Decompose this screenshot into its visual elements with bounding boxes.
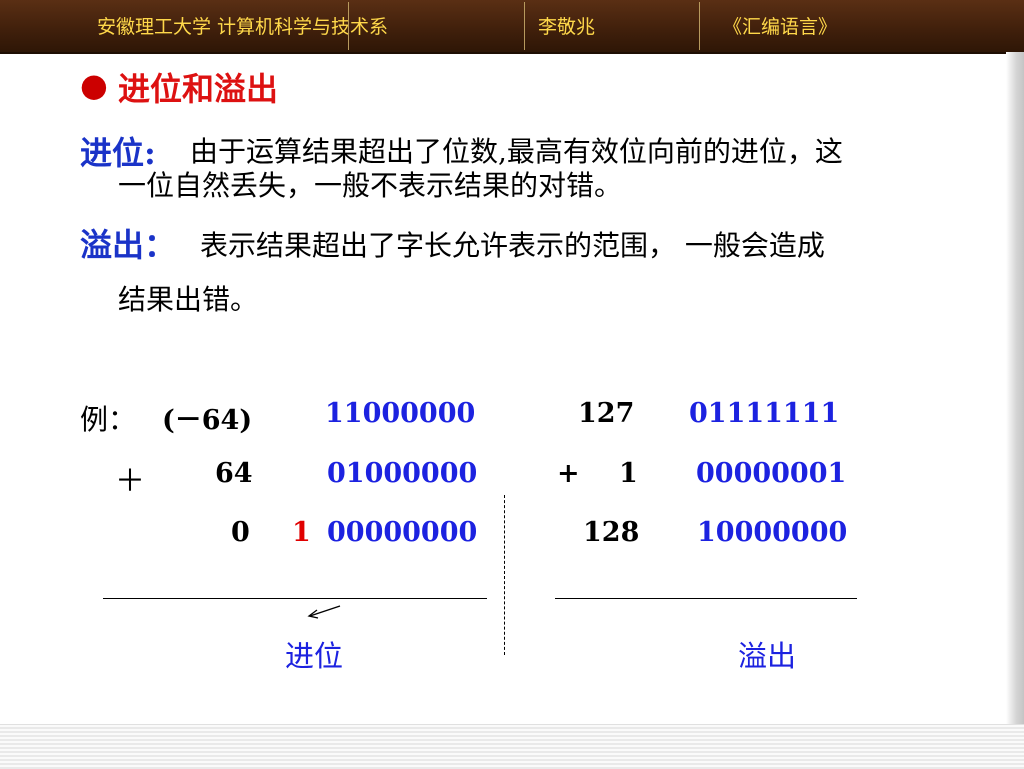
left-row2-decimal: 64 — [215, 458, 253, 489]
slide-title: 进位和溢出 — [118, 70, 279, 108]
right-row3-decimal: 128 — [583, 517, 640, 548]
right-row3-binary: 10000000 — [697, 517, 848, 548]
slide-edge-decoration — [1006, 52, 1024, 768]
header-divider — [524, 2, 525, 50]
carry-bit: 1 — [292, 517, 311, 548]
header-divider — [348, 2, 349, 50]
bullet-dot: ● — [80, 66, 108, 104]
left-row3-binary: 00000000 — [327, 517, 478, 548]
overflow-text-line1: 表示结果超出了字长允许表示的范围， 一般会造成 — [200, 229, 825, 262]
header-author: 李敬兆 — [538, 16, 596, 38]
example-divider — [504, 495, 505, 655]
right-row2-decimal: 1 — [619, 458, 638, 489]
left-row1-decimal: (－64) — [162, 405, 253, 436]
right-row1-binary: 01111111 — [689, 398, 840, 429]
overflow-caption: 溢出 — [738, 639, 797, 673]
carry-caption: 进位 — [285, 639, 344, 673]
carry-text-line2: 一位自然丢失，一般不表示结果的对错。 — [118, 169, 623, 202]
left-row1-binary: 11000000 — [325, 398, 476, 429]
left-sum-line — [103, 598, 487, 599]
overflow-text-line2: 结果出错。 — [118, 283, 259, 316]
left-row2-binary: 01000000 — [327, 458, 478, 489]
right-row2-plus: + — [557, 458, 580, 489]
overflow-term: 溢出： — [80, 226, 177, 264]
footer-decoration — [0, 724, 1024, 769]
carry-arrow-icon — [307, 605, 341, 619]
left-row2-plus: ＋ — [115, 464, 145, 499]
right-row1-decimal: 127 — [578, 398, 635, 429]
left-row3-decimal: 0 — [231, 517, 250, 548]
example-label: 例： — [80, 403, 137, 436]
header-bar: 安徽理工大学 计算机科学与技术系 李敬兆 《汇编语言》 — [0, 0, 1024, 54]
header-school: 安徽理工大学 计算机科学与技术系 — [97, 16, 389, 38]
right-row2-binary: 00000001 — [696, 458, 847, 489]
header-divider — [699, 2, 700, 50]
right-sum-line — [555, 598, 857, 599]
header-course: 《汇编语言》 — [723, 16, 838, 38]
